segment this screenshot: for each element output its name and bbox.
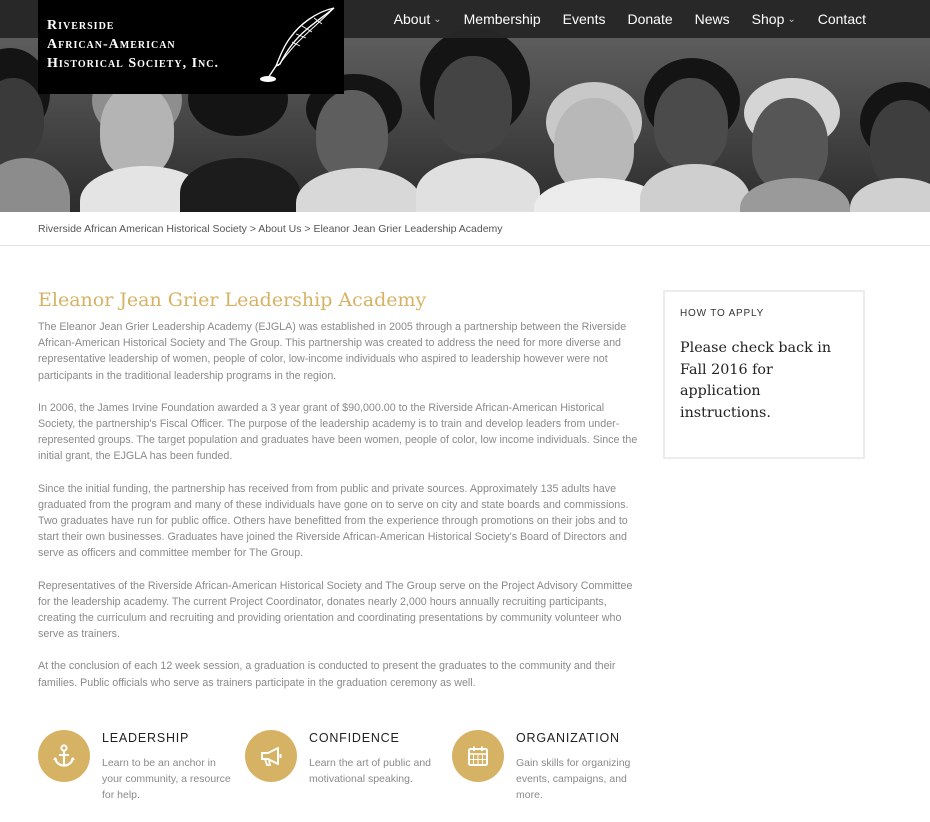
site-logo[interactable]: Riverside African-American Historical So… [38,0,344,94]
nav-item-label: Membership [463,11,541,27]
widget-text: Please check back in Fall 2016 for appli… [680,340,832,421]
feature-description: Gain skills for organizing events, campa… [516,757,631,801]
how-to-apply-widget: HOW TO APPLY Please check back in Fall 2… [663,290,865,459]
breadcrumb[interactable]: Riverside African American Historical So… [38,223,503,235]
feature-description: Learn the art of public and motivational… [309,757,432,785]
chevron-down-icon: ⌄ [787,13,796,25]
nav-item-label: Shop [751,11,785,27]
widget-heading: HOW TO APPLY [680,308,765,319]
calendar-icon [452,730,504,782]
nav-item-label: Donate [627,11,673,27]
quill-icon [260,7,335,82]
paragraph: The Eleanor Jean Grier Leadership Academ… [38,321,627,382]
logo-line-3: Historical Society, Inc. [47,56,219,71]
nav-item-label: News [694,11,730,27]
paragraph: Representatives of the Riverside African… [38,579,633,641]
megaphone-icon [245,730,297,782]
article-body: The Eleanor Jean Grier Leadership Academ… [38,319,638,707]
feature-description: Learn to be an anchor in your community,… [102,757,231,801]
nav-item-membership[interactable]: Membership [464,11,541,27]
nav-item-donate[interactable]: Donate [627,11,672,27]
nav-item-label: Events [562,11,606,27]
feature-title: CONFIDENCE [309,731,400,745]
feature-title: LEADERSHIP [102,731,190,745]
nav-item-news[interactable]: News [695,11,730,27]
nav-item-events[interactable]: Events [563,11,606,27]
feature-confidence: CONFIDENCE Learn the art of public and m… [245,730,445,810]
paragraph: At the conclusion of each 12 week sessio… [38,660,616,689]
nav-item-label: Contact [817,11,866,27]
feature-leadership: LEADERSHIP Learn to be an anchor in your… [38,730,238,810]
nav-item-contact[interactable]: Contact [818,11,866,27]
page-title: Eleanor Jean Grier Leadership Academy [38,289,427,311]
logo-line-1: Riverside [47,18,115,33]
anchor-icon [38,730,90,782]
chevron-down-icon: ⌄ [433,13,442,25]
logo-line-2: African-American [47,37,176,52]
feature-title: ORGANIZATION [516,731,620,745]
nav-item-shop[interactable]: Shop ⌄ [752,11,796,27]
hero-banner: About ⌄ Membership Events Donate News Sh… [0,0,930,212]
main-nav: About ⌄ Membership Events Donate News Sh… [372,0,866,38]
nav-item-label: About [393,11,431,27]
feature-organization: ORGANIZATION Gain skills for organizing … [452,730,652,810]
paragraph: In 2006, the James Irvine Foundation awa… [38,401,638,463]
nav-item-about[interactable]: About ⌄ [394,11,442,27]
divider [0,245,930,246]
paragraph: Since the initial funding, the partnersh… [38,482,629,560]
